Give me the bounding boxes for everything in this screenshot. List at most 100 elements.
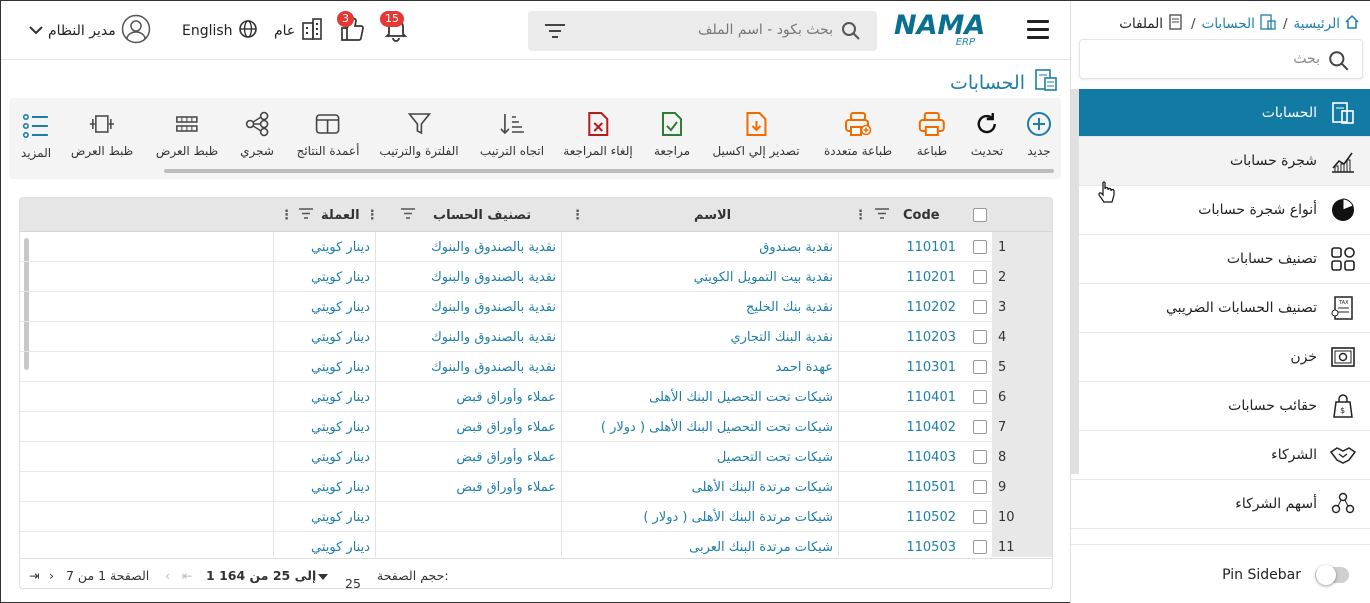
svg-text:TAX: TAX <box>1338 300 1349 306</box>
filter-lines-icon[interactable] <box>299 207 313 223</box>
funnel-icon <box>405 110 433 138</box>
cell-code: 110403 <box>906 449 956 465</box>
header-classification[interactable]: تصنيف الحساب <box>395 198 565 232</box>
new-button[interactable]: جديد <box>1025 110 1053 158</box>
likes-button[interactable]: 3 <box>337 11 375 51</box>
table-row[interactable]: 3 110202 نقدية بنك الخليج نقدية بالصندوق وا… <box>20 292 1052 322</box>
row-checkbox[interactable] <box>970 352 990 382</box>
table-row[interactable]: 5 110301 عهدة احمد نقدية بالصندوق والبنوك دي… <box>20 352 1052 382</box>
filter-lines-icon[interactable] <box>875 207 889 223</box>
sidebar-item-partner-shares[interactable]: أسهم الشركاء <box>1071 480 1370 529</box>
nama-logo[interactable]: NAMA ERP <box>894 10 989 50</box>
next-page-icon[interactable]: › <box>49 568 54 583</box>
breadcrumb-home[interactable]: الرئيسية <box>1294 14 1361 34</box>
row-checkbox[interactable] <box>970 442 990 472</box>
filter-lines-icon[interactable] <box>544 23 566 43</box>
column-menu-icon[interactable]: ⋮ <box>854 208 867 223</box>
table-row[interactable]: 4 110203 نقدية البنك التجاري نقدية بالصندوق… <box>20 322 1052 352</box>
sidebar-item-account-portfolios[interactable]: حقائب حسابات $ <box>1071 382 1370 431</box>
sidebar: الرئيسية / الحسابات / الملفات بحث الحساب… <box>1070 1 1370 603</box>
row-checkbox[interactable] <box>970 382 990 412</box>
header-currency-label: العملة <box>321 207 360 223</box>
caret-down-icon[interactable] <box>318 569 328 584</box>
last-page-icon[interactable]: ⇥ <box>29 568 39 583</box>
cell-code: 110101 <box>906 239 956 255</box>
row-checkbox[interactable] <box>970 322 990 352</box>
filter-lines-icon[interactable] <box>401 207 415 223</box>
cell-classification: عملاء وأوراق قبض <box>456 479 556 495</box>
row-number: 1 <box>998 239 1007 255</box>
column-menu-icon[interactable]: ⋮ <box>280 208 293 223</box>
row-checkbox[interactable] <box>970 472 990 502</box>
user-menu[interactable]: مدير النظام <box>29 11 159 51</box>
sort-direction-button[interactable]: اتجاه الترتيب <box>480 110 544 158</box>
sidebar-item-account-classification[interactable]: تصنيف حسابات <box>1071 235 1370 284</box>
sidebar-item-partners[interactable]: الشركاء <box>1071 431 1370 480</box>
refresh-icon <box>973 110 1001 138</box>
cell-name: نقدية بصندوق <box>759 239 833 255</box>
table-row[interactable]: 10 110502 شيكات مرتدة البنك الأهلى ( دولار… <box>20 502 1052 532</box>
globe-icon <box>238 19 258 43</box>
table-row[interactable]: 9 110501 شيكات مرتدة البنك الأهلى عملاء وأو… <box>20 472 1052 502</box>
row-checkbox[interactable] <box>970 292 990 322</box>
column-menu-icon[interactable]: ⋮ <box>366 208 379 223</box>
language-label: English <box>182 23 233 39</box>
density-icon <box>173 110 201 138</box>
hamburger-menu-icon[interactable] <box>1027 20 1049 40</box>
header-code[interactable]: ⋮ Code <box>850 198 960 232</box>
sidebar-item-tax-classification[interactable]: تصنيف الحسابات الضريبي TAX <box>1071 284 1370 333</box>
sidebar-item-label: حقائب حسابات <box>1228 398 1317 414</box>
row-checkbox[interactable] <box>970 502 990 532</box>
page-size-value: 25 <box>345 576 361 589</box>
company-selector[interactable]: عام <box>274 11 330 51</box>
column-menu-icon[interactable]: ⋮ <box>571 208 584 223</box>
row-checkbox[interactable] <box>970 412 990 442</box>
language-selector[interactable]: English <box>182 11 257 51</box>
header-classification-label: تصنيف الحساب <box>433 207 532 223</box>
export-excel-button[interactable]: تصدير إلي اكسيل <box>712 110 800 158</box>
toolbar-scrollbar[interactable] <box>164 169 1054 173</box>
cell-classification: عملاء وأوراق قبض <box>456 419 556 435</box>
multi-print-button[interactable]: طباعة متعددة <box>824 110 892 158</box>
cell-currency: دينار كويتي <box>311 359 370 375</box>
table-row[interactable]: 8 110403 شيكات تحت التحصيل عملاء وأوراق قبض… <box>20 442 1052 472</box>
cancel-review-button[interactable]: إلغاء المراجعة <box>563 110 633 158</box>
table-row[interactable]: 1 110101 نقدية بصندوق نقدية بالصندوق والبنو… <box>20 232 1052 262</box>
review-button[interactable]: مراجعة <box>654 110 690 158</box>
refresh-button[interactable]: تحديث <box>971 110 1003 158</box>
pin-sidebar-toggle[interactable] <box>1315 564 1349 585</box>
svg-text:$: $ <box>1340 406 1345 415</box>
tree-view-button[interactable]: شجري <box>240 110 274 158</box>
sidebar-item-accounts[interactable]: الحسابات <box>1071 89 1370 137</box>
more-button[interactable]: المزيد <box>21 112 51 160</box>
first-page-icon[interactable]: ⇤ <box>182 568 192 583</box>
search-icon[interactable] <box>1328 50 1350 76</box>
breadcrumb-accounts[interactable]: الحسابات <box>1202 13 1277 35</box>
sidebar-scrollbar[interactable] <box>1071 89 1079 474</box>
global-search-box[interactable]: بحث بكود - اسم الملف <box>528 11 877 51</box>
search-icon[interactable] <box>841 21 861 45</box>
result-columns-button[interactable]: أعمدة النتائج <box>297 110 359 158</box>
select-all-checkbox[interactable] <box>970 198 990 232</box>
display-density-button[interactable]: ظبط العرض <box>156 110 218 158</box>
cell-currency: دينار كويتي <box>311 269 370 285</box>
table-row[interactable]: 7 110402 شيكات تحت التحصيل البنك الأهلى ( … <box>20 412 1052 442</box>
sidebar-item-chart-of-accounts[interactable]: شجرة حسابات <box>1071 137 1370 186</box>
print-button[interactable]: طباعة <box>917 110 947 158</box>
prev-page-icon[interactable]: ‹ <box>165 568 170 583</box>
sidebar-item-label: خزن <box>1290 349 1317 365</box>
filter-sort-button[interactable]: الفلترة والترتيب <box>379 110 459 158</box>
cell-classification: نقدية بالصندوق والبنوك <box>431 359 556 375</box>
table-row[interactable]: 2 110201 نقدية بيت التمويل الكويتي نقدية با… <box>20 262 1052 292</box>
fit-width-button[interactable]: ظبط العرض <box>71 110 133 158</box>
cell-code: 110201 <box>906 269 956 285</box>
sidebar-item-safes[interactable]: خزن <box>1071 333 1370 382</box>
notifications-button[interactable]: 15 <box>380 11 419 51</box>
row-checkbox[interactable] <box>970 232 990 262</box>
cell-classification <box>380 502 556 532</box>
header-name[interactable]: ⋮ الاسم <box>565 198 850 232</box>
header-currency[interactable]: ⋮ العملة ⋮ <box>278 198 395 232</box>
row-checkbox[interactable] <box>970 262 990 292</box>
table-row[interactable]: 6 110401 شيكات تحت التحصيل البنك الأهلى عمل… <box>20 382 1052 412</box>
sidebar-search[interactable]: بحث <box>1079 39 1363 79</box>
